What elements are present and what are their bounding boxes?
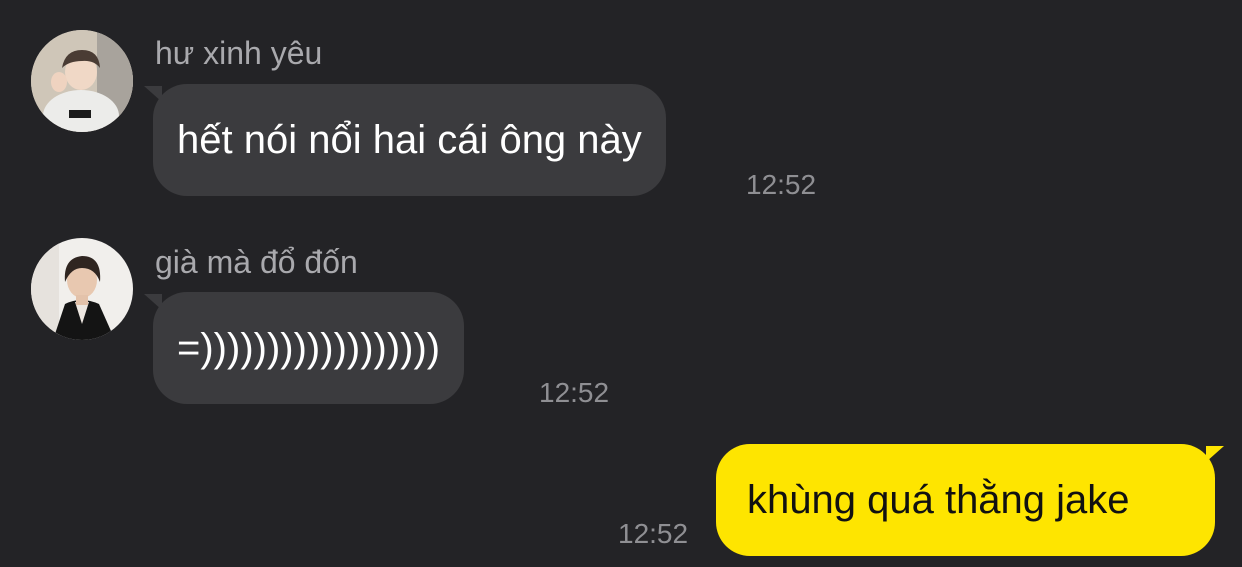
message-bubble[interactable]: =)))))))))))))))))) bbox=[143, 292, 465, 404]
message-bubble[interactable]: hết nói nổi hai cái ông này bbox=[144, 84, 666, 196]
chat-window: hư xinh yêu hết nói nổi hai cái ông này … bbox=[0, 0, 1242, 567]
message-bubble[interactable]: khùng quá thằng jake bbox=[716, 444, 1224, 556]
message-text: =)))))))))))))))))) bbox=[177, 326, 441, 370]
sender-name: hư xinh yêu bbox=[155, 35, 323, 71]
message-timestamp: 12:52 bbox=[539, 377, 610, 408]
message-timestamp: 12:52 bbox=[618, 518, 689, 549]
profile-photo-icon bbox=[31, 238, 133, 340]
message-text: khùng quá thằng jake bbox=[747, 478, 1130, 522]
message-text: hết nói nổi hai cái ông này bbox=[177, 118, 642, 162]
message-timestamp: 12:52 bbox=[746, 169, 817, 200]
avatar[interactable] bbox=[31, 30, 133, 132]
sender-name: già mà đổ đốn bbox=[155, 244, 358, 280]
profile-photo-icon bbox=[31, 30, 133, 132]
avatar[interactable] bbox=[31, 238, 133, 340]
